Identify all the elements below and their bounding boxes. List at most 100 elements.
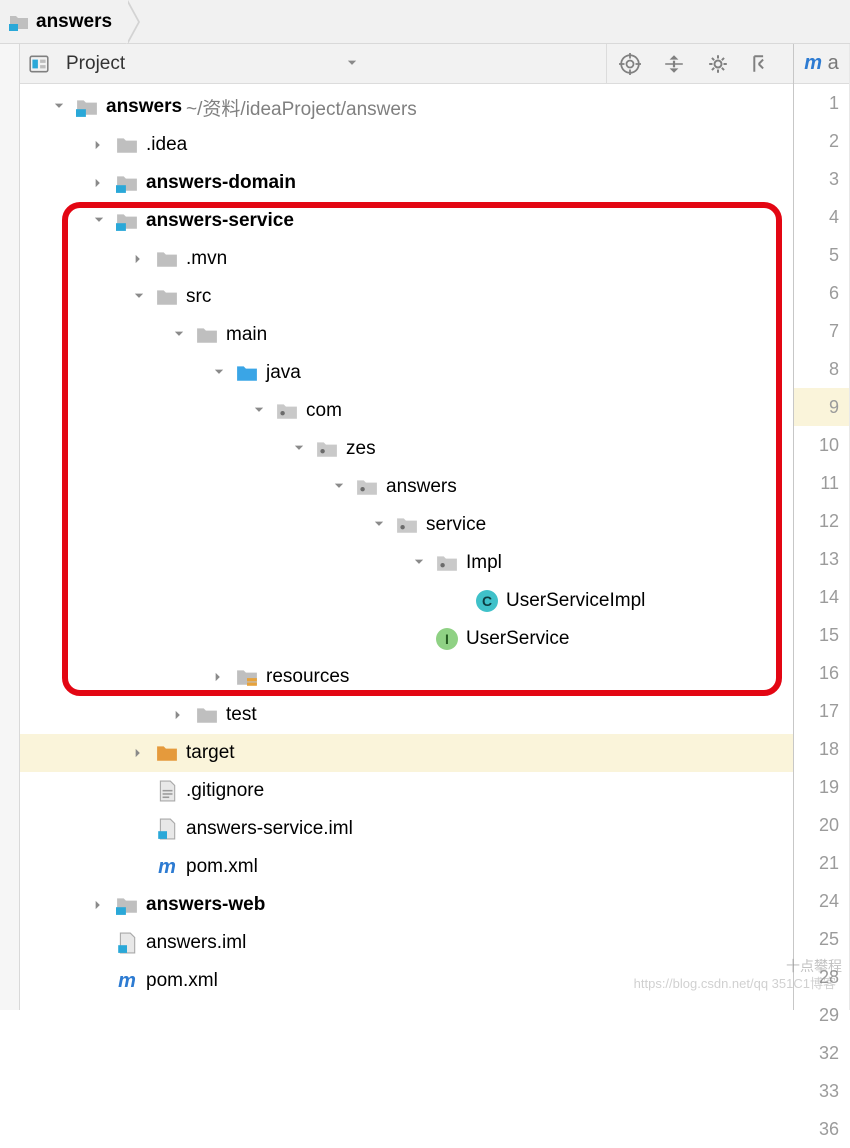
tree-row[interactable]: main <box>20 316 793 354</box>
tree-row[interactable]: com <box>20 392 793 430</box>
line-number: 12 <box>794 502 849 540</box>
locate-icon[interactable] <box>619 53 641 75</box>
tree-label: test <box>226 704 257 726</box>
tree-row-root[interactable]: answers ~/资料/ideaProject/answers <box>20 88 793 126</box>
tree-row[interactable]: answers-web <box>20 886 793 924</box>
chevron-down-icon[interactable] <box>130 288 148 306</box>
chevron-down-icon[interactable] <box>250 402 268 420</box>
tree-label: UserService <box>466 628 569 650</box>
tree-row[interactable]: test <box>20 696 793 734</box>
chevron-right-icon[interactable] <box>90 174 108 192</box>
chevron-right-icon[interactable] <box>90 896 108 914</box>
chevron-right-icon[interactable] <box>130 250 148 268</box>
tree-label: service <box>426 514 486 536</box>
package-icon <box>396 514 418 536</box>
class-icon: C <box>476 590 498 612</box>
package-icon <box>276 400 298 422</box>
folder-icon <box>156 286 178 308</box>
autoscroll-icon[interactable] <box>663 53 685 75</box>
line-number: 7 <box>794 312 849 350</box>
tree-row[interactable]: mpom.xml <box>20 962 793 1000</box>
tree-label: .idea <box>146 134 187 156</box>
line-number: 3 <box>794 160 849 198</box>
collapse-icon[interactable] <box>751 53 773 75</box>
folder-icon <box>116 134 138 156</box>
line-number: 28 <box>794 958 849 996</box>
tree-label: .gitignore <box>186 780 264 802</box>
chevron-down-icon[interactable] <box>290 440 308 458</box>
tree-row[interactable]: resources <box>20 658 793 696</box>
tree-row[interactable]: java <box>20 354 793 392</box>
chevron-right-icon[interactable] <box>170 706 188 724</box>
package-icon <box>316 438 338 460</box>
maven-file-icon: m <box>156 856 178 879</box>
tree-row[interactable]: IUserService <box>20 620 793 658</box>
line-number: 29 <box>794 996 849 1034</box>
line-number: 36 <box>794 1110 849 1148</box>
iml-file-icon <box>156 818 178 840</box>
tree-label: answers-service <box>146 210 294 232</box>
breadcrumb-root[interactable]: answers <box>2 0 128 43</box>
tree-label: com <box>306 400 342 422</box>
breadcrumb: answers <box>0 0 850 44</box>
project-panel-header: Project <box>20 44 793 84</box>
tree-row[interactable]: CUserServiceImpl <box>20 582 793 620</box>
tree-label: answers-service.iml <box>186 818 353 840</box>
line-number: 13 <box>794 540 849 578</box>
line-number: 33 <box>794 1072 849 1110</box>
package-icon <box>356 476 378 498</box>
tree-label: resources <box>266 666 349 688</box>
line-number: 19 <box>794 768 849 806</box>
tree-label: pom.xml <box>186 856 258 878</box>
gear-icon[interactable] <box>707 53 729 75</box>
package-icon <box>436 552 458 574</box>
tree-row[interactable]: target <box>20 734 793 772</box>
line-number: 18 <box>794 730 849 768</box>
chevron-down-icon[interactable] <box>90 212 108 230</box>
folder-icon <box>156 248 178 270</box>
project-view-combo[interactable]: Project <box>28 44 607 83</box>
line-number: 2 <box>794 122 849 160</box>
tree-row[interactable]: answers.iml <box>20 924 793 962</box>
tree-row[interactable]: src <box>20 278 793 316</box>
tree-row[interactable]: .gitignore <box>20 772 793 810</box>
tree-label: answers.iml <box>146 932 246 954</box>
tree-row[interactable]: zes <box>20 430 793 468</box>
left-tab-strip[interactable] <box>0 44 20 1010</box>
chevron-down-icon[interactable] <box>330 478 348 496</box>
tree-row[interactable]: .mvn <box>20 240 793 278</box>
tree-row[interactable]: answers-service <box>20 202 793 240</box>
tree-row[interactable]: answers-service.iml <box>20 810 793 848</box>
chevron-right-icon[interactable] <box>130 744 148 762</box>
tree-label: zes <box>346 438 376 460</box>
line-number: 14 <box>794 578 849 616</box>
module-folder-icon <box>116 894 138 916</box>
tree-row[interactable]: service <box>20 506 793 544</box>
tree-row[interactable]: .idea <box>20 126 793 164</box>
chevron-right-icon[interactable] <box>210 668 228 686</box>
line-number: 6 <box>794 274 849 312</box>
line-number: 20 <box>794 806 849 844</box>
tree-row[interactable]: answers-domain <box>20 164 793 202</box>
editor-tab-glyph[interactable]: m a <box>794 44 849 84</box>
chevron-down-icon[interactable] <box>210 364 228 382</box>
line-number: 15 <box>794 616 849 654</box>
module-folder-icon <box>76 96 98 118</box>
chevron-down-icon[interactable] <box>50 98 68 116</box>
breadcrumb-root-label: answers <box>36 11 112 33</box>
line-number: 4 <box>794 198 849 236</box>
project-tree[interactable]: answers ~/资料/ideaProject/answers .idea a… <box>20 84 793 1000</box>
chevron-down-icon[interactable] <box>410 554 428 572</box>
line-number: 9 <box>794 388 849 426</box>
tree-label: answers-domain <box>146 172 296 194</box>
tree-row[interactable]: answers <box>20 468 793 506</box>
module-folder-icon <box>116 210 138 232</box>
chevron-down-icon[interactable] <box>370 516 388 534</box>
tree-label: answers <box>106 96 182 118</box>
tree-label: Impl <box>466 552 502 574</box>
chevron-down-icon[interactable] <box>170 326 188 344</box>
chevron-right-icon[interactable] <box>90 136 108 154</box>
tree-row[interactable]: m pom.xml <box>20 848 793 886</box>
project-panel: Project answers ~/资料/ideaProject/answers <box>20 44 794 1010</box>
tree-row[interactable]: Impl <box>20 544 793 582</box>
